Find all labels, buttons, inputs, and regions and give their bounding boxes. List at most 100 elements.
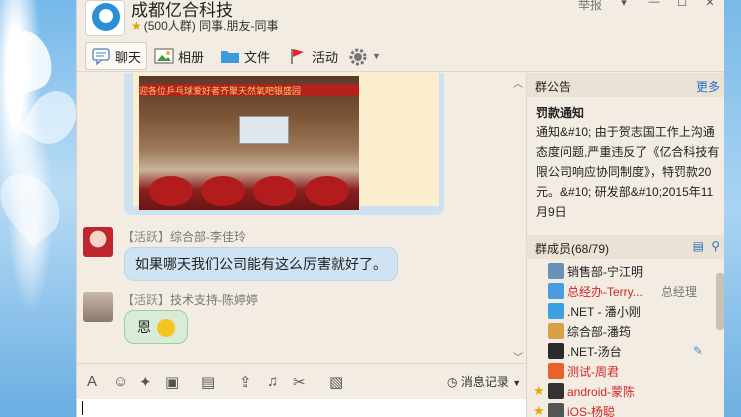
notice-more-link[interactable]: 更多	[696, 78, 720, 95]
member-item[interactable]: 测试-周君	[533, 361, 718, 381]
member-name: 测试-周君	[567, 364, 619, 379]
scroll-down-icon[interactable]: ﹀	[513, 349, 523, 363]
member-name: 总经办-Terry...	[567, 284, 643, 299]
notice-body: 通知&#10; 由于贺志国工作上沟通态度问题,严重违反了《亿合科技有限公司响应协…	[536, 125, 720, 219]
member-item[interactable]: 综合部-潘筠	[533, 321, 718, 341]
member-item[interactable]: .NET-汤台 ✎	[533, 341, 718, 361]
member-list[interactable]: 销售部-宁江明 总经办-Terry... 总经理 .NET - 潘小刚 综合部-…	[527, 261, 726, 417]
tab-album-label: 相册	[178, 49, 205, 65]
avatar	[548, 383, 564, 399]
tab-files[interactable]: 文件	[215, 42, 275, 70]
projector-screen	[239, 116, 289, 144]
star-icon: ★	[131, 19, 142, 33]
group-info: ★ (500人群) 同事.朋友-同事	[131, 17, 278, 34]
round-table	[305, 176, 349, 206]
photo-banner: 迎各位乒乓球爱好者齐聚天然氧吧银盛园	[139, 84, 359, 96]
avatar	[548, 343, 564, 359]
tab-chat[interactable]: 聊天	[85, 42, 147, 70]
screen-share-icon[interactable]: ▧	[329, 373, 343, 391]
history-label: 消息记录	[460, 375, 509, 389]
screenshot-scissors-icon[interactable]: ✂	[293, 373, 306, 391]
member-role: 总经理	[661, 284, 698, 299]
chat-bubble-icon	[91, 47, 111, 66]
report-button[interactable]: 举报	[578, 0, 602, 13]
activity-tag: 【活跃】	[122, 293, 171, 307]
gear-icon	[348, 47, 368, 66]
emoji-icon[interactable]: ☺	[113, 373, 128, 390]
search-icon[interactable]: ⚲	[711, 239, 720, 253]
member-item[interactable]: ★ iOS-杨聪	[533, 401, 718, 417]
close-button[interactable]: ✕	[699, 0, 721, 10]
message-bubble: 恩	[124, 310, 188, 345]
photo-icon	[154, 47, 174, 65]
member-item[interactable]: 总经办-Terry... 总经理	[533, 281, 718, 301]
message-input[interactable]	[77, 399, 526, 417]
member-name: .NET-汤台	[567, 344, 622, 359]
notice-header-label: 群公告	[535, 80, 572, 94]
flower-petal	[19, 82, 76, 153]
members-header: 群成员(68/79) ▤ ⚲	[527, 235, 726, 259]
group-info-text: (500人群) 同事.朋友-同事	[143, 19, 279, 33]
folder-icon	[220, 47, 240, 65]
message-history-button[interactable]: ◷ 消息记录 ▼	[447, 373, 521, 390]
scroll-up-icon[interactable]: ︿	[513, 75, 523, 90]
text-caret	[82, 401, 83, 415]
message-text: 恩	[137, 319, 151, 335]
round-table	[201, 176, 245, 206]
upload-icon[interactable]: ⇪	[239, 373, 252, 391]
sender-name[interactable]: 综合部-李佳玲	[170, 230, 246, 244]
member-name: android-蒙陈	[567, 384, 636, 399]
member-name: 销售部-宁江明	[567, 264, 643, 279]
member-item[interactable]: .NET - 潘小刚	[533, 301, 718, 321]
desktop-wallpaper-right	[724, 0, 741, 417]
clock-icon: ◷	[447, 375, 458, 389]
tab-album[interactable]: 相册	[149, 42, 209, 70]
message-header: 【活跃】技术支持-陈婷婷	[122, 291, 258, 308]
group-avatar[interactable]	[85, 0, 125, 36]
edit-icon[interactable]: ✎	[693, 344, 703, 358]
maximize-button[interactable]: ☐	[671, 0, 693, 10]
settings-button[interactable]: ▼	[343, 42, 386, 70]
image-message[interactable]: 迎各位乒乓球爱好者齐聚天然氧吧银盛园	[124, 73, 444, 215]
font-icon[interactable]: A	[87, 373, 97, 390]
member-name: iOS-杨聪	[567, 404, 616, 417]
gift-icon[interactable]: ▣	[165, 373, 179, 391]
avatar[interactable]	[83, 227, 113, 257]
members-count: 群成员(68/79)	[535, 242, 610, 256]
round-table	[253, 176, 297, 206]
star-icon: ★	[533, 403, 545, 417]
round-table	[149, 176, 193, 206]
member-chat-icon[interactable]: ▤	[693, 239, 704, 253]
message-header: 【活跃】综合部-李佳玲	[122, 228, 246, 245]
tab-activity[interactable]: 活动	[283, 42, 343, 70]
sender-name[interactable]: 技术支持-陈婷婷	[170, 293, 258, 307]
flower-petal	[0, 162, 72, 248]
member-item[interactable]: ★ android-蒙陈	[533, 381, 718, 401]
member-list-scrollbar[interactable]	[716, 273, 724, 330]
notice-title: 罚款通知	[536, 106, 585, 120]
tab-activity-label: 活动	[312, 49, 339, 65]
qq-group-chat-window: 成都亿合科技 ★ (500人群) 同事.朋友-同事 举报 ▾ — ☐ ✕ 聊天 相…	[76, 0, 726, 417]
avatar	[548, 363, 564, 379]
member-name: 综合部-潘筠	[567, 324, 631, 339]
grin-emoji-icon	[156, 319, 175, 338]
member-item[interactable]: 销售部-宁江明	[533, 261, 718, 281]
avatar	[548, 283, 564, 299]
member-name: .NET - 潘小刚	[567, 304, 641, 319]
flower-petal	[0, 24, 60, 96]
avatar[interactable]	[83, 292, 113, 322]
event-photo[interactable]: 迎各位乒乓球爱好者齐聚天然氧吧银盛园	[139, 76, 359, 210]
chevron-down-icon: ▼	[512, 378, 522, 388]
avatar	[548, 303, 564, 319]
magic-wand-icon[interactable]: ✦	[139, 373, 152, 391]
chat-area[interactable]: 迎各位乒乓球爱好者齐聚天然氧吧银盛园 【活跃】综合部-李佳玲 如果哪天我们公司能…	[77, 73, 526, 363]
flag-icon	[288, 47, 308, 65]
notice-header: 群公告 更多	[527, 73, 726, 97]
message-bubble: 如果哪天我们公司能有这么厉害就好了。	[124, 247, 398, 281]
right-panel: 群公告 更多 罚款通知 通知&#10; 由于贺志国工作上沟通态度问题,严重违反了…	[526, 73, 726, 417]
minimize-button[interactable]: —	[643, 0, 665, 10]
image-icon[interactable]: ▤	[201, 373, 215, 391]
menu-dropdown-icon[interactable]: ▾	[613, 0, 635, 10]
activity-tag: 【活跃】	[122, 230, 171, 244]
music-icon[interactable]: ♫	[267, 373, 278, 390]
